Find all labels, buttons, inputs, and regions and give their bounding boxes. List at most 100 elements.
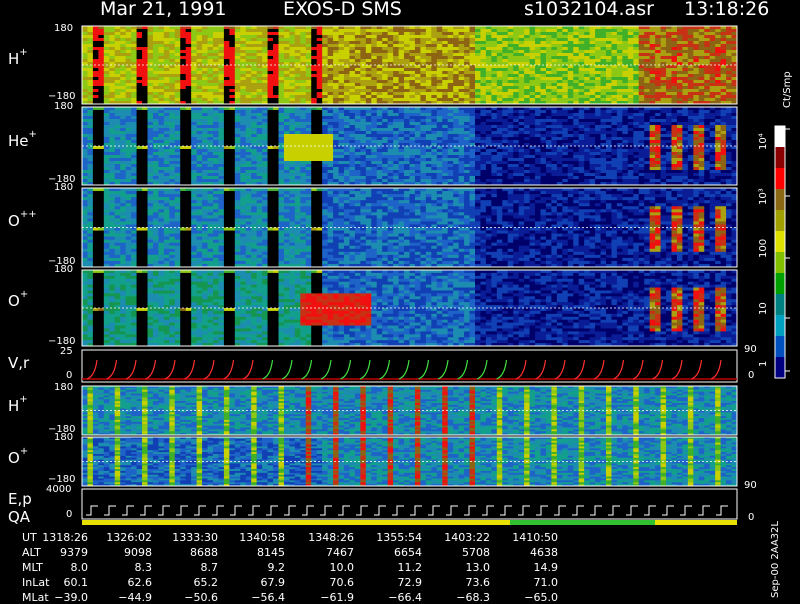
spectrogram-cell	[322, 56, 328, 60]
spectrogram-cell	[682, 83, 688, 87]
spectrogram-cell	[322, 107, 328, 111]
spectrogram-cell	[442, 155, 448, 159]
spectrogram-cell	[235, 50, 241, 54]
spectrogram-cell	[349, 140, 355, 144]
spectrogram-cell	[131, 137, 137, 141]
spectrogram-cell	[388, 71, 394, 75]
spectrogram-cell	[322, 170, 328, 174]
spectrogram-cell	[191, 89, 197, 93]
spectrogram-cell	[224, 134, 230, 138]
spectrogram-cell	[470, 74, 476, 78]
spectrogram-cell	[360, 32, 366, 36]
spectrogram-cell	[322, 140, 328, 144]
spectrogram-cell	[120, 80, 126, 84]
spectrogram-cell	[437, 110, 443, 114]
spectrogram-cell	[98, 65, 104, 69]
spectrogram-cell	[470, 80, 476, 84]
spectrogram-cell	[551, 65, 557, 69]
spectrogram-cell	[240, 35, 246, 39]
spectrogram-cell	[191, 125, 197, 129]
spectrogram-cell	[257, 29, 263, 33]
spectrogram-cell	[661, 56, 667, 60]
spectrogram-cell	[344, 149, 350, 153]
spectrogram-cell	[415, 50, 421, 54]
spectrogram-cell	[262, 110, 268, 114]
spectrogram-cell	[311, 128, 317, 132]
spectrogram-cell	[120, 47, 126, 51]
spectrogram-cell	[464, 158, 470, 162]
spectrogram-cell	[148, 128, 154, 132]
spectrogram-cell	[175, 173, 181, 177]
spectrogram-cell	[82, 50, 88, 54]
spectrogram-cell	[317, 152, 323, 156]
spectrogram-cell	[672, 53, 678, 57]
spectrogram-cell	[322, 77, 328, 81]
spectrogram-cell	[573, 89, 579, 93]
spectrogram-cell	[306, 83, 312, 87]
spectrogram-cell	[279, 41, 285, 45]
spectrogram-cell	[568, 83, 574, 87]
spectrogram-cell	[366, 50, 372, 54]
spectrogram-cell	[87, 149, 93, 153]
spectrogram-cell	[317, 179, 323, 183]
spectrogram-cell	[104, 71, 110, 75]
spectrogram-cell	[268, 95, 274, 99]
spectrogram-cell	[366, 173, 372, 177]
spectrogram-cell	[82, 164, 88, 168]
spectrogram-cell	[87, 176, 93, 180]
spectrogram-cell	[388, 95, 394, 99]
spectrogram-cell	[180, 131, 186, 135]
spectrogram-cell	[382, 176, 388, 180]
spectrogram-cell	[655, 77, 661, 81]
spectrogram-cell	[87, 47, 93, 51]
spectrogram-cell	[535, 44, 541, 48]
spectrogram-cell	[497, 29, 503, 33]
spectrogram-cell	[420, 41, 426, 45]
spectrogram-cell	[169, 68, 175, 72]
spectrogram-cell	[98, 44, 104, 48]
spectrogram-cell	[448, 56, 454, 60]
spectrogram-cell	[410, 179, 416, 183]
spectrogram-cell	[480, 47, 486, 51]
spectrogram-cell	[551, 92, 557, 96]
spectrogram-cell	[306, 164, 312, 168]
spectrogram-cell	[666, 29, 672, 33]
spectrogram-cell	[475, 44, 481, 48]
spectrogram-cell	[442, 161, 448, 165]
spectrogram-cell	[344, 56, 350, 60]
spectrogram-cell	[186, 155, 192, 159]
spectrogram-cell	[448, 176, 454, 180]
spectrogram-cell	[677, 47, 683, 51]
spectrogram-cell	[98, 95, 104, 99]
spectrogram-cell	[486, 50, 492, 54]
spectrogram-cell	[661, 44, 667, 48]
spectrogram-cell	[98, 128, 104, 132]
spectrogram-cell	[224, 161, 230, 165]
spectrogram-cell	[661, 77, 667, 81]
spectrogram-cell	[688, 26, 694, 30]
spectrogram-cell	[268, 140, 274, 144]
spectrogram-cell	[344, 167, 350, 171]
spectrogram-cell	[251, 158, 257, 162]
spectrogram-cell	[300, 77, 306, 81]
spectrogram-cell	[300, 53, 306, 57]
spectrogram-cell	[333, 167, 339, 171]
spectrogram-cell	[175, 107, 181, 111]
spectrogram-cell	[229, 92, 235, 96]
spectrogram-cell	[98, 56, 104, 60]
spectrogram-cell	[120, 179, 126, 183]
spectrogram-cell	[508, 71, 514, 75]
spectrogram-cell	[311, 44, 317, 48]
spectrogram-cell	[300, 38, 306, 42]
spectrogram-cell	[104, 170, 110, 174]
spectrogram-cell	[464, 134, 470, 138]
spectrogram-cell	[224, 80, 230, 84]
spectrogram-cell	[87, 44, 93, 48]
spectrogram-cell	[442, 44, 448, 48]
spectrogram-cell	[349, 170, 355, 174]
spectrogram-cell	[628, 59, 634, 63]
spectrogram-cell	[349, 71, 355, 75]
spectrogram-cell	[382, 122, 388, 126]
spectrogram-cell	[229, 68, 235, 72]
spectrogram-cell	[475, 86, 481, 90]
